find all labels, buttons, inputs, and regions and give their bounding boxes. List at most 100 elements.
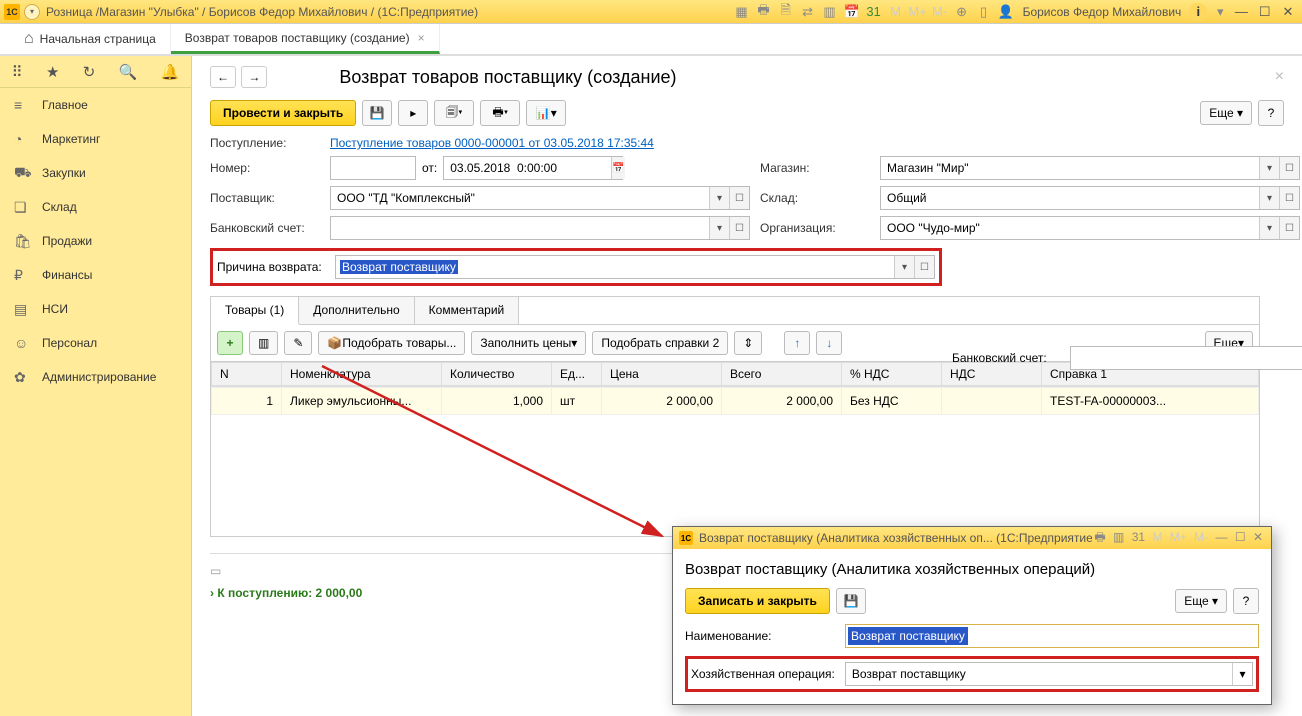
dialog-calendar-icon[interactable]: 31 [1132, 530, 1145, 544]
compare-icon[interactable]: ⇄ [799, 3, 817, 21]
edit-row-button[interactable]: ✎ [284, 331, 312, 355]
dialog-minimize-icon[interactable]: — [1215, 530, 1227, 544]
print-icon[interactable]: 🖶 [755, 3, 773, 21]
tab-additional[interactable]: Дополнительно [299, 297, 414, 324]
sidebar-item-7[interactable]: ☺Персонал [0, 326, 191, 360]
nav-back-button[interactable]: ← [210, 66, 236, 88]
column-header[interactable]: N [212, 363, 282, 386]
column-header[interactable]: % НДС [842, 363, 942, 386]
maximize-button[interactable]: ☐ [1255, 4, 1275, 20]
favorites-star-icon[interactable]: ★ [46, 63, 59, 81]
dialog-m-minus-icon[interactable]: M- [1194, 530, 1208, 544]
comment-placeholder-icon[interactable]: ▭ [210, 564, 221, 578]
notifications-bell-icon[interactable]: 🔔 [161, 63, 180, 81]
move-up-button[interactable]: ↑ [784, 331, 810, 355]
calendar-icon[interactable]: 📅 [843, 3, 861, 21]
sidebar-item-label: Финансы [42, 268, 92, 282]
sidebar-item-label: Маркетинг [42, 132, 100, 146]
sidebar-item-label: Администрирование [42, 370, 156, 384]
nav-forward-button[interactable]: → [241, 66, 267, 88]
print-button[interactable]: 🖶▾ [480, 100, 520, 126]
move-down-button[interactable]: ↓ [816, 331, 842, 355]
sidebar-item-5[interactable]: ₽Финансы [0, 258, 191, 292]
close-button[interactable]: ✕ [1278, 4, 1298, 20]
column-header[interactable]: Количество [442, 363, 552, 386]
fill-prices-button[interactable]: Заполнить цены ▾ [471, 331, 586, 355]
table-row[interactable]: 1 Ликер эмульсионны... 1,000 шт 2 000,00… [212, 388, 1259, 415]
dialog-save-button[interactable]: 💾 [836, 588, 866, 614]
label-org: Организация: [760, 221, 870, 235]
date-31-icon[interactable]: 31 [865, 3, 883, 21]
column-header[interactable]: Номенклатура [282, 363, 442, 386]
m-minus-icon[interactable]: M- [931, 3, 949, 21]
tab-goods[interactable]: Товары (1) [211, 297, 299, 325]
dialog-print-icon[interactable]: 🖶 [1094, 530, 1105, 544]
tab-close-icon[interactable]: × [418, 31, 425, 45]
zoom-icon[interactable]: ⊕ [953, 3, 971, 21]
minimize-button[interactable]: — [1231, 4, 1251, 19]
attach-button[interactable]: 🗐▾ [434, 100, 474, 126]
sidebar-item-label: Закупки [42, 166, 86, 180]
pick-goods-button[interactable]: 📦 Подобрать товары... [318, 331, 465, 355]
column-header[interactable]: Всего [722, 363, 842, 386]
dialog-m-plus-icon[interactable]: M+ [1170, 530, 1187, 544]
org-select[interactable]: ▾☐ [880, 216, 1300, 240]
warehouse-select[interactable]: ▾☐ [880, 186, 1300, 210]
based-on-button[interactable]: 📊▾ [526, 100, 566, 126]
process-and-close-button[interactable]: Провести и закрыть [210, 100, 356, 126]
tab-return-document[interactable]: Возврат товаров поставщику (создание)× [171, 24, 440, 54]
dialog-maximize-icon[interactable]: ☐ [1235, 530, 1246, 544]
org-bank-account-select[interactable]: ▾☐ [1070, 346, 1302, 370]
panel-icon[interactable]: ▯ [975, 3, 993, 21]
m-plus-icon[interactable]: M+ [909, 3, 927, 21]
bank-account-select[interactable]: ▾☐ [330, 216, 750, 240]
sidebar-item-6[interactable]: ▤НСИ [0, 292, 191, 326]
history-icon[interactable]: ↻ [83, 63, 96, 81]
sidebar-item-4[interactable]: 🛍Продажи [0, 224, 191, 258]
dialog-operation-select[interactable]: ▾ [845, 662, 1253, 686]
save-button[interactable]: 💾 [362, 100, 392, 126]
doc-icon[interactable]: 🗎 [777, 3, 795, 21]
more-button[interactable]: Еще ▾ [1200, 101, 1252, 125]
dialog-more-button[interactable]: Еще ▾ [1175, 589, 1227, 613]
number-input[interactable] [330, 156, 416, 180]
calendar-picker-icon[interactable]: 📅 [611, 157, 624, 179]
pick-certificates-button[interactable]: Подобрать справки 2 [592, 331, 728, 355]
form-tabs: Товары (1) Дополнительно Комментарий [210, 296, 1260, 324]
search-icon[interactable]: 🔍 [119, 63, 138, 81]
info-icon[interactable]: i [1189, 3, 1207, 21]
sidebar-item-2[interactable]: ⛟Закупки [0, 156, 191, 190]
dialog-save-close-button[interactable]: Записать и закрыть [685, 588, 830, 614]
tab-comment[interactable]: Комментарий [415, 297, 520, 324]
apps-grid-icon[interactable]: ⠿ [12, 63, 23, 81]
sidebar-item-0[interactable]: ≡Главное [0, 88, 191, 122]
dialog-name-input[interactable]: Возврат поставщику [845, 624, 1259, 648]
expand-button[interactable]: ⇕ [734, 331, 762, 355]
return-reason-select[interactable]: Возврат поставщику ▾☐ [335, 255, 935, 279]
calc-icon[interactable]: ▥ [821, 3, 839, 21]
dropdown-icon[interactable]: ▾ [1211, 3, 1229, 21]
m-icon[interactable]: M [887, 3, 905, 21]
process-button[interactable]: ▸ [398, 100, 428, 126]
sidebar-item-1[interactable]: ◔Маркетинг [0, 122, 191, 156]
date-input[interactable]: 📅 [443, 156, 623, 180]
sidebar-item-3[interactable]: ❏Склад [0, 190, 191, 224]
barcode-button[interactable]: ▥ [249, 331, 278, 355]
print-preview-icon[interactable]: ▦ [733, 3, 751, 21]
column-header[interactable]: Ед... [552, 363, 602, 386]
help-button[interactable]: ? [1258, 100, 1284, 126]
dialog-help-button[interactable]: ? [1233, 588, 1259, 614]
store-select[interactable]: ▾☐ [880, 156, 1300, 180]
column-header[interactable]: Цена [602, 363, 722, 386]
label-warehouse: Склад: [760, 191, 870, 205]
arrival-link[interactable]: Поступление товаров 0000-000001 от 03.05… [330, 136, 654, 150]
sidebar-item-8[interactable]: ✿Администрирование [0, 360, 191, 394]
supplier-select[interactable]: ▾☐ [330, 186, 750, 210]
add-row-button[interactable]: + [217, 331, 243, 355]
dialog-close-icon[interactable]: ✕ [1253, 530, 1263, 544]
dialog-m-icon[interactable]: M [1152, 530, 1162, 544]
tab-home[interactable]: Начальная страница [10, 24, 171, 54]
dialog-calc-icon[interactable]: ▥ [1113, 530, 1124, 544]
page-close-icon[interactable]: × [1275, 68, 1284, 86]
app-menu-dropdown[interactable]: ▾ [24, 4, 40, 20]
